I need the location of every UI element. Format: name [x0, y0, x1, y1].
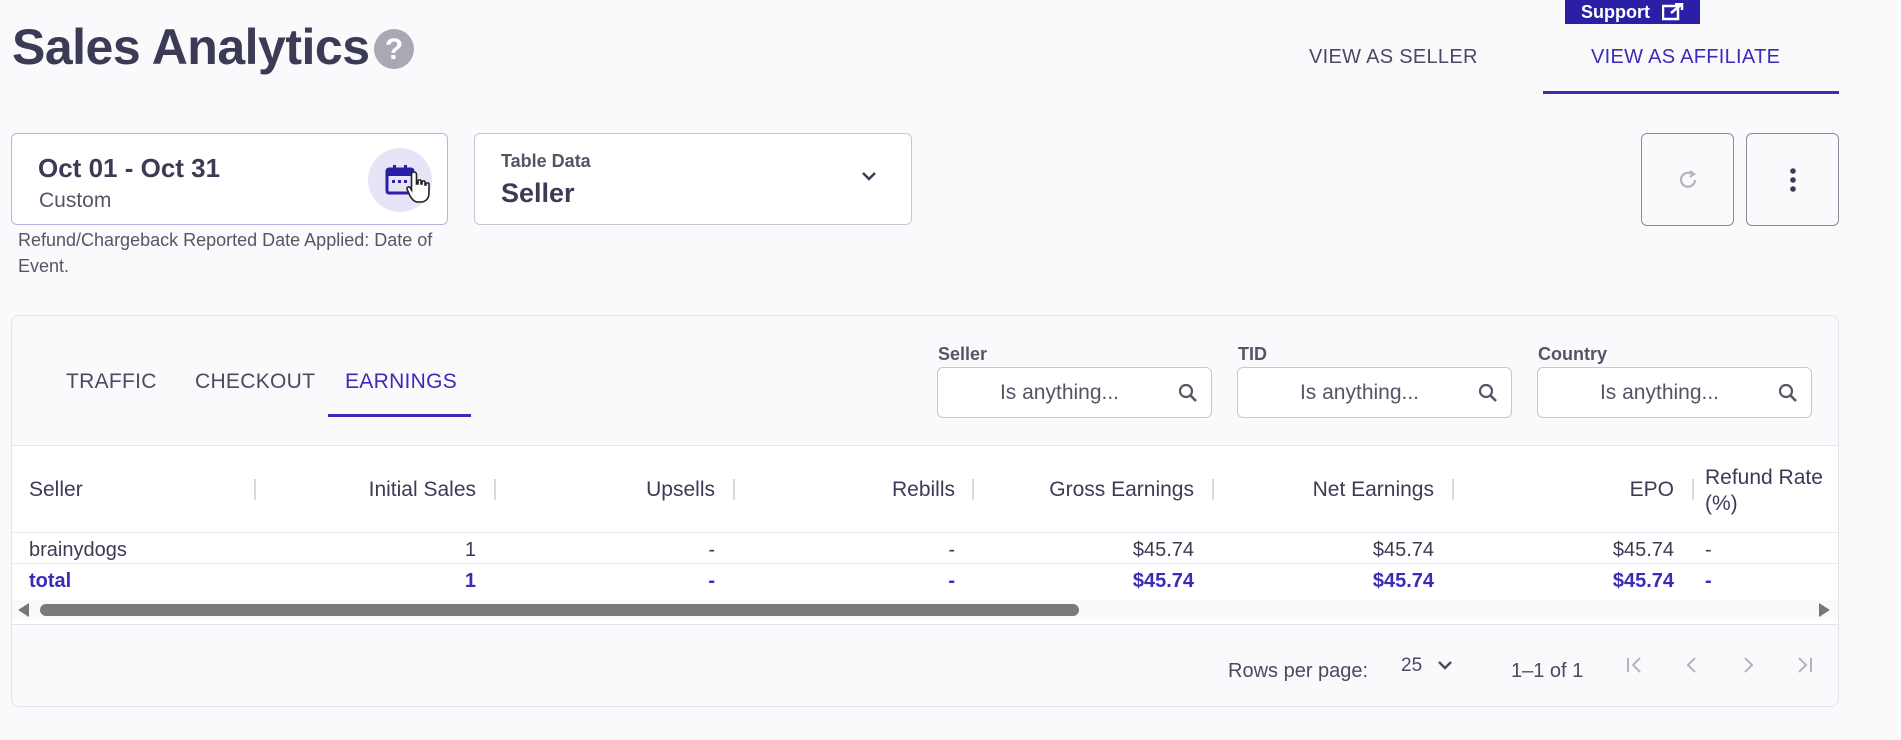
- tid-filter-label: TID: [1238, 344, 1267, 364]
- tab-traffic[interactable]: TRAFFIC: [66, 370, 157, 394]
- tab-earnings[interactable]: EARNINGS: [345, 370, 457, 394]
- total-cell: -: [948, 570, 955, 592]
- column-header-net-earnings[interactable]: Net Earnings: [1218, 478, 1434, 502]
- rows-per-page-select[interactable]: 25: [1401, 655, 1422, 677]
- column-header-seller[interactable]: Seller: [29, 478, 83, 502]
- search-icon: [1478, 383, 1497, 402]
- help-icon[interactable]: ?: [374, 29, 414, 69]
- table-cell: -: [1705, 539, 1712, 561]
- column-resize-handle[interactable]: [1452, 479, 1454, 500]
- country-filter[interactable]: [1537, 367, 1812, 418]
- total-cell: -: [1705, 570, 1712, 592]
- table-data-label: Table Data: [501, 151, 591, 171]
- search-icon: [1778, 383, 1797, 402]
- scroll-left-icon[interactable]: [18, 603, 29, 617]
- column-header-initial-sales[interactable]: Initial Sales: [260, 478, 476, 502]
- more-options-button[interactable]: [1746, 133, 1839, 226]
- column-resize-handle[interactable]: [972, 479, 974, 500]
- table-cell: $45.74: [1132, 539, 1194, 561]
- table-cell: brainydogs: [29, 539, 127, 561]
- more-vertical-icon: [1789, 167, 1796, 192]
- column-header-refund-rate[interactable]: Refund Rate: [1705, 466, 1823, 490]
- column-header-upsells[interactable]: Upsells: [500, 478, 715, 502]
- column-header-epo[interactable]: EPO: [1458, 478, 1674, 502]
- page-range: 1–1 of 1: [1511, 660, 1584, 682]
- total-cell: -: [708, 570, 715, 592]
- total-cell: total: [29, 570, 72, 592]
- total-cell: $45.74: [1372, 570, 1434, 592]
- page-title: Sales Analytics: [12, 19, 370, 75]
- table-cell: $45.74: [1372, 539, 1434, 561]
- last-page-icon[interactable]: [1793, 654, 1815, 676]
- hand-cursor-icon: [406, 171, 430, 203]
- total-cell: 1: [464, 570, 476, 592]
- column-resize-handle[interactable]: [494, 479, 496, 500]
- chevron-down-icon[interactable]: [1436, 658, 1454, 672]
- scroll-right-icon[interactable]: [1819, 603, 1830, 617]
- support-button[interactable]: Support: [1565, 0, 1700, 24]
- date-range-value: Oct 01 - Oct 31: [38, 153, 221, 183]
- table-data-value: Seller: [501, 178, 575, 208]
- column-header-rebills[interactable]: Rebills: [740, 478, 955, 502]
- next-page-icon[interactable]: [1737, 654, 1759, 676]
- refresh-button[interactable]: [1641, 133, 1734, 226]
- previous-page-icon[interactable]: [1681, 654, 1703, 676]
- search-icon: [1178, 383, 1197, 402]
- tid-filter-input[interactable]: [1238, 368, 1511, 417]
- tab-checkout[interactable]: CHECKOUT: [195, 370, 315, 394]
- column-header-gross-earnings[interactable]: Gross Earnings: [978, 478, 1194, 502]
- refresh-icon: [1679, 169, 1696, 188]
- country-filter-label: Country: [1538, 344, 1607, 364]
- chevron-down-icon: [862, 172, 876, 181]
- seller-filter-input[interactable]: [938, 368, 1211, 417]
- column-header-refund-rate-unit: (%): [1705, 492, 1738, 515]
- country-filter-input[interactable]: [1538, 368, 1811, 417]
- row-divider: [12, 563, 1838, 564]
- scrollbar-thumb[interactable]: [40, 604, 1079, 616]
- total-cell: $45.74: [1132, 570, 1194, 592]
- column-resize-handle[interactable]: [1212, 479, 1214, 500]
- active-view-indicator: [1543, 91, 1839, 94]
- date-note: Refund/Chargeback Reported Date Applied:…: [18, 230, 433, 276]
- external-link-icon: [1662, 3, 1684, 21]
- view-as-affiliate-tab[interactable]: VIEW AS AFFILIATE: [1591, 46, 1780, 69]
- header-divider: [12, 532, 1838, 533]
- view-as-seller-tab[interactable]: VIEW AS SELLER: [1309, 46, 1478, 69]
- column-resize-handle[interactable]: [733, 479, 735, 500]
- first-page-icon[interactable]: [1624, 654, 1646, 676]
- date-range-mode: Custom: [39, 189, 112, 212]
- table-cell: -: [948, 539, 955, 561]
- column-resize-handle[interactable]: [1692, 479, 1694, 500]
- table-cell: 1: [464, 539, 476, 561]
- table-cell: -: [708, 539, 715, 561]
- support-label: Support: [1581, 1, 1650, 22]
- seller-filter-label: Seller: [938, 344, 988, 364]
- total-cell: $45.74: [1612, 570, 1674, 592]
- table-cell: $45.74: [1612, 539, 1674, 561]
- active-tab-indicator: [328, 414, 471, 417]
- tid-filter[interactable]: [1237, 367, 1512, 418]
- rows-per-page-label: Rows per page:: [1228, 660, 1369, 682]
- seller-filter[interactable]: [937, 367, 1212, 418]
- column-resize-handle[interactable]: [254, 479, 256, 500]
- earnings-table: [12, 445, 1838, 625]
